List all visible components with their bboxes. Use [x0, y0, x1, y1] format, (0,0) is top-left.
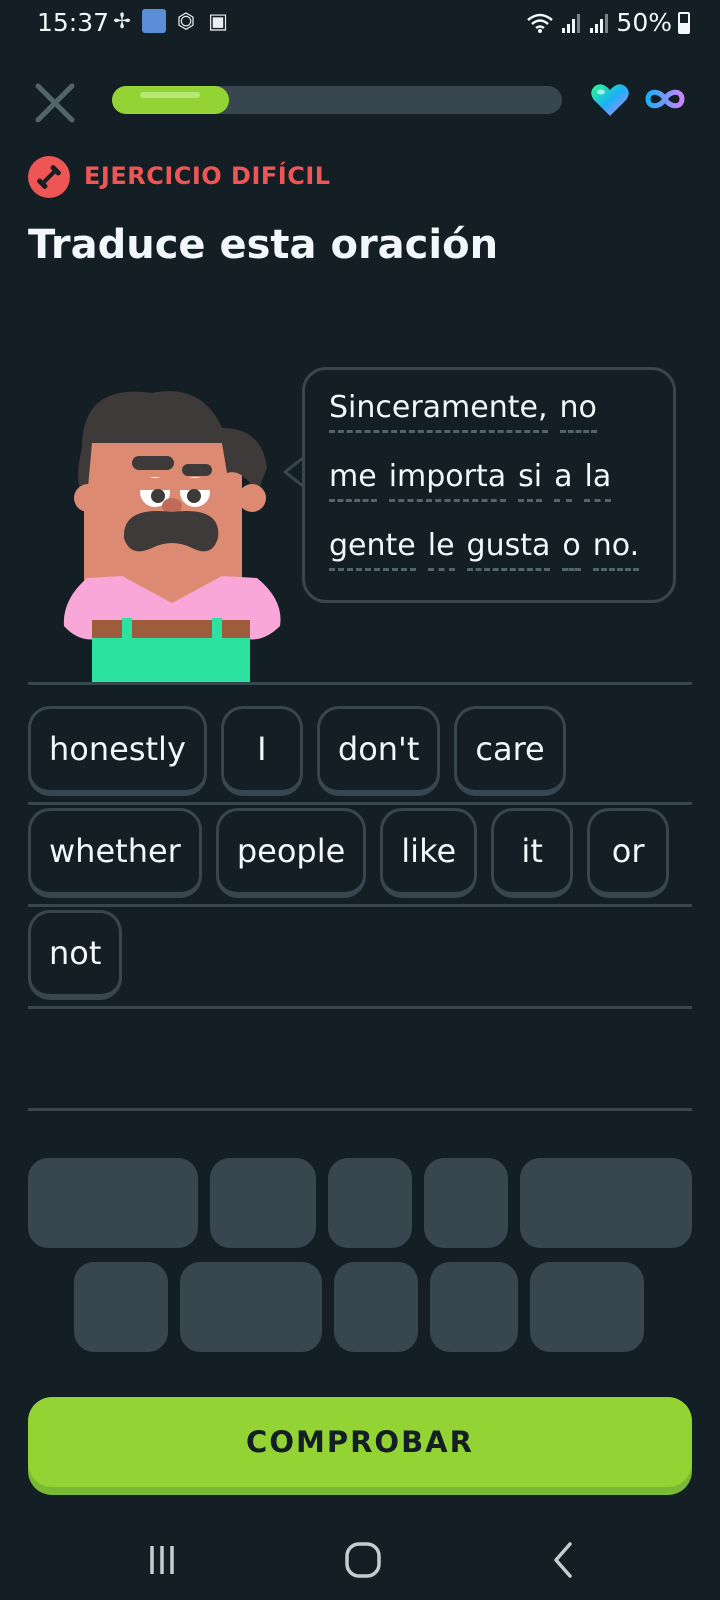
answer-tile[interactable]: not	[28, 910, 123, 1000]
page-title: Traduce esta oración	[28, 222, 499, 268]
gallery-icon: ▣	[208, 9, 228, 33]
back-icon[interactable]	[542, 1538, 586, 1582]
answer-line	[28, 1006, 692, 1009]
recent-apps-icon[interactable]	[140, 1538, 184, 1582]
system-nav-bar	[0, 1520, 720, 1600]
status-icons-left: ✢ ⏣ ▣	[110, 9, 230, 33]
prompt-line: me importa si a la	[329, 459, 649, 502]
answer-row: not	[28, 910, 123, 1000]
answer-tile[interactable]: whether	[28, 808, 202, 898]
word-bank-row	[28, 1158, 692, 1248]
answer-tile[interactable]: care	[454, 706, 566, 796]
answer-line	[28, 1108, 692, 1111]
dumbbell-icon	[28, 156, 70, 198]
lesson-progress-bar	[112, 86, 562, 114]
word-bank-slot	[328, 1158, 412, 1248]
prompt-word[interactable]: si	[518, 459, 543, 502]
status-icons-right: 50%	[526, 8, 690, 37]
pinwheel-icon: ✢	[113, 9, 131, 33]
word-bank-slot	[430, 1262, 518, 1352]
answer-tile[interactable]: don't	[316, 706, 441, 796]
prompt-word[interactable]: a	[554, 459, 573, 502]
alarm-icon: ⏣	[176, 9, 196, 33]
word-bank-slot	[210, 1158, 316, 1248]
check-button[interactable]: COMPROBAR	[28, 1397, 692, 1487]
progress-shine	[140, 92, 200, 98]
word-bank-slot	[424, 1158, 508, 1248]
signal-icon	[562, 13, 581, 33]
infinity-icon	[645, 89, 685, 109]
answer-line	[28, 904, 692, 907]
prompt-word[interactable]: le	[427, 528, 455, 571]
answer-line	[28, 802, 692, 805]
prompt-line: gente le gusta o no.	[329, 528, 649, 571]
difficulty-label: EJERCICIO DIFÍCIL	[84, 162, 331, 190]
signal-icon-2	[590, 13, 609, 33]
speech-bubble: Sinceramente, no me importa si a la gent…	[302, 367, 676, 603]
answer-line	[28, 682, 692, 685]
prompt-word[interactable]: no.	[592, 528, 640, 571]
prompt-word[interactable]: Sinceramente,	[329, 390, 548, 433]
word-bank-slot	[74, 1262, 168, 1352]
word-bank-slot	[28, 1158, 198, 1248]
lesson-progress-fill	[112, 86, 229, 114]
answer-tile[interactable]: I	[220, 706, 303, 796]
status-bar: 15:37 ✢ ⏣ ▣ 50%	[0, 0, 720, 46]
character-illustration	[63, 391, 281, 684]
answer-tile[interactable]: it	[491, 808, 574, 898]
battery-percent: 50%	[616, 8, 672, 37]
word-bank-slot	[334, 1262, 418, 1352]
wifi-icon	[527, 13, 554, 33]
answer-tile[interactable]: like	[380, 808, 478, 898]
prompt-word[interactable]: importa	[388, 459, 507, 502]
app-thumbnail-icon	[142, 9, 166, 33]
prompt-word[interactable]: gusta	[466, 528, 551, 571]
word-bank-slot	[530, 1262, 644, 1352]
word-bank-slot	[520, 1158, 692, 1248]
battery-icon	[678, 11, 690, 34]
answer-row: honestly I don't care	[28, 706, 566, 796]
prompt-word[interactable]: o	[562, 528, 581, 571]
answer-tile[interactable]: honestly	[28, 706, 207, 796]
answer-tile[interactable]: people	[215, 808, 367, 898]
answer-row: whether people like it or	[28, 808, 670, 898]
prompt-word[interactable]: no	[559, 390, 597, 433]
prompt-word[interactable]: gente	[329, 528, 416, 571]
prompt-word[interactable]: la	[584, 459, 612, 502]
prompt-line: Sinceramente, no	[329, 390, 649, 433]
answer-tile[interactable]: or	[587, 808, 670, 898]
home-icon[interactable]	[341, 1538, 385, 1582]
word-bank-slot	[180, 1262, 322, 1352]
prompt-word[interactable]: me	[329, 459, 377, 502]
status-time: 15:37	[37, 8, 110, 37]
close-icon[interactable]	[30, 78, 80, 128]
word-bank-row	[74, 1262, 644, 1352]
heart-icon[interactable]	[590, 82, 630, 118]
